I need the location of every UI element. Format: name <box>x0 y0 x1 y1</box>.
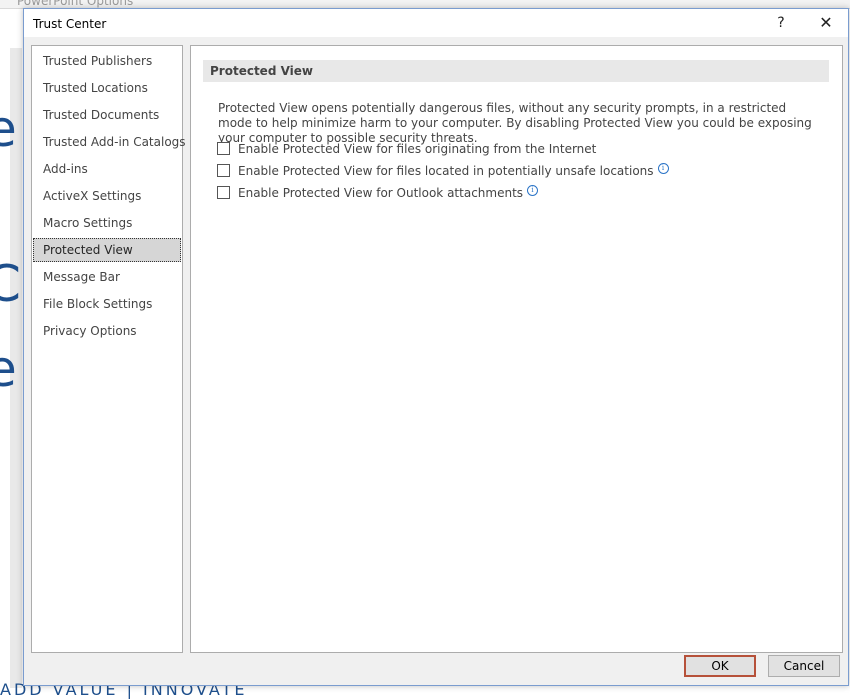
option-outlook-attachments[interactable]: Enable Protected View for Outlook attach… <box>217 184 539 202</box>
option-label: Enable Protected View for files originat… <box>238 142 597 156</box>
background-glyph: e <box>0 100 17 158</box>
dialog-title: Trust Center <box>33 17 107 31</box>
checkbox[interactable] <box>217 186 230 199</box>
option-unsafe-locations[interactable]: Enable Protected View for files located … <box>217 162 669 180</box>
trust-center-dialog: Trust Center ? ✕ Trusted Publishers Trus… <box>23 8 849 686</box>
nav-item-trusted-locations[interactable]: Trusted Locations <box>33 76 181 100</box>
dialog-titlebar: Trust Center ? ✕ <box>24 9 848 37</box>
nav-item-privacy-options[interactable]: Privacy Options <box>33 319 181 343</box>
background-window-title: PowerPoint Options <box>17 0 134 8</box>
nav-item-activex-settings[interactable]: ActiveX Settings <box>33 184 181 208</box>
settings-panel: Protected View Protected View opens pote… <box>190 45 843 653</box>
ok-button[interactable]: OK <box>684 655 756 677</box>
nav-item-message-bar[interactable]: Message Bar <box>33 265 181 289</box>
option-internet-files[interactable]: Enable Protected View for files originat… <box>217 140 596 158</box>
checkbox[interactable] <box>217 142 230 155</box>
help-button[interactable]: ? <box>767 11 795 35</box>
option-label: Enable Protected View for Outlook attach… <box>238 186 524 200</box>
section-title: Protected View <box>203 60 829 82</box>
close-button[interactable]: ✕ <box>812 11 840 35</box>
nav-item-add-ins[interactable]: Add-ins <box>33 157 181 181</box>
background-glyph: e <box>0 340 17 398</box>
nav-item-trusted-documents[interactable]: Trusted Documents <box>33 103 181 127</box>
option-label: Enable Protected View for files located … <box>238 164 654 178</box>
nav-item-macro-settings[interactable]: Macro Settings <box>33 211 181 235</box>
info-icon[interactable]: i <box>657 163 669 174</box>
nav-item-trusted-add-in-catalogs[interactable]: Trusted Add-in Catalogs <box>33 130 186 154</box>
info-icon[interactable]: i <box>527 185 539 196</box>
nav-item-file-block-settings[interactable]: File Block Settings <box>33 292 181 316</box>
nav-item-trusted-publishers[interactable]: Trusted Publishers <box>33 49 181 73</box>
checkbox[interactable] <box>217 164 230 177</box>
nav-item-protected-view[interactable]: Protected View <box>33 238 181 262</box>
category-list: Trusted Publishers Trusted Locations Tru… <box>31 45 186 653</box>
cancel-button[interactable]: Cancel <box>768 655 840 677</box>
background-glyph: C <box>0 255 21 313</box>
